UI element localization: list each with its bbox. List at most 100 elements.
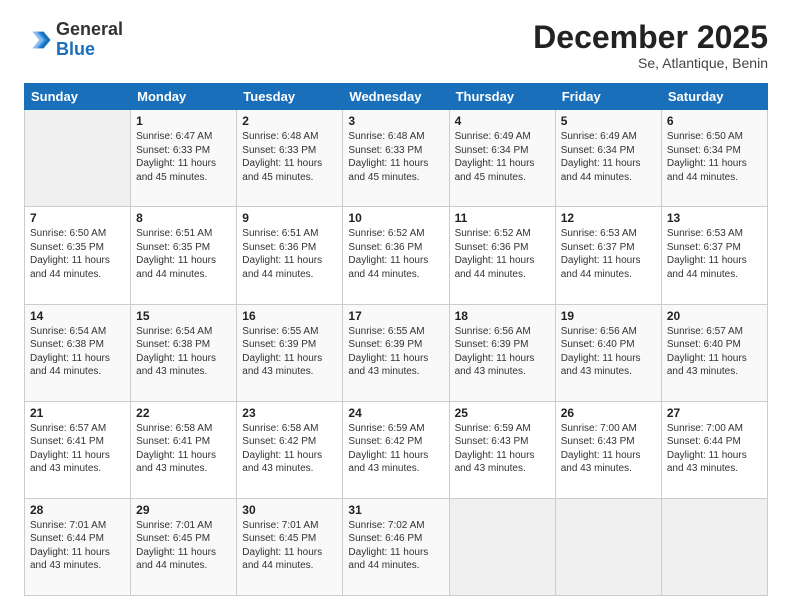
calendar-cell: 30 Sunrise: 7:01 AMSunset: 6:45 PMDayligh… bbox=[237, 498, 343, 595]
day-number: 12 bbox=[561, 211, 656, 225]
month-title: December 2025 bbox=[533, 20, 768, 55]
day-number: 30 bbox=[242, 503, 337, 517]
calendar-cell: 2 Sunrise: 6:48 AMSunset: 6:33 PMDaylight… bbox=[237, 110, 343, 207]
calendar-week-4: 21Sunrise: 6:57 AMSunset: 6:41 PMDayligh… bbox=[25, 401, 768, 498]
day-info: Sunrise: 6:49 AMSunset: 6:34 PMDaylight:… bbox=[455, 130, 550, 184]
calendar-header-row: Sunday Monday Tuesday Wednesday Thursday… bbox=[25, 84, 768, 110]
day-number: 2 bbox=[242, 114, 337, 128]
calendar-cell bbox=[449, 498, 555, 595]
calendar-cell: 5 Sunrise: 6:49 AMSunset: 6:34 PMDaylight… bbox=[555, 110, 661, 207]
calendar-cell: 20 Sunrise: 6:57 AMSunset: 6:40 PMDayligh… bbox=[661, 304, 767, 401]
day-info: Sunrise: 6:48 AMSunset: 6:33 PMDaylight:… bbox=[348, 130, 443, 184]
location-subtitle: Se, Atlantique, Benin bbox=[533, 55, 768, 71]
calendar-cell: 31 Sunrise: 7:02 AMSunset: 6:46 PMDayligh… bbox=[343, 498, 449, 595]
calendar-cell: 8Sunrise: 6:51 AMSunset: 6:35 PMDaylight… bbox=[131, 207, 237, 304]
logo-blue-text: Blue bbox=[56, 39, 95, 59]
calendar-cell: 11Sunrise: 6:52 AMSunset: 6:36 PMDayligh… bbox=[449, 207, 555, 304]
day-number: 11 bbox=[455, 211, 550, 225]
calendar-cell: 4Sunrise: 6:49 AMSunset: 6:34 PMDaylight… bbox=[449, 110, 555, 207]
calendar-cell: 21Sunrise: 6:57 AMSunset: 6:41 PMDayligh… bbox=[25, 401, 131, 498]
day-info: Sunrise: 6:52 AMSunset: 6:36 PMDaylight:… bbox=[348, 227, 443, 281]
day-info: Sunrise: 6:56 AMSunset: 6:40 PMDaylight:… bbox=[561, 325, 656, 379]
calendar-cell: 1Sunrise: 6:47 AMSunset: 6:33 PMDaylight… bbox=[131, 110, 237, 207]
calendar-cell: 25 Sunrise: 6:59 AMSunset: 6:43 PMDayligh… bbox=[449, 401, 555, 498]
col-thursday: Thursday bbox=[449, 84, 555, 110]
day-info: Sunrise: 6:48 AMSunset: 6:33 PMDaylight:… bbox=[242, 130, 337, 184]
day-info: Sunrise: 6:55 AMSunset: 6:39 PMDaylight:… bbox=[348, 325, 443, 379]
day-number: 20 bbox=[667, 309, 762, 323]
day-info: Sunrise: 6:57 AMSunset: 6:40 PMDaylight:… bbox=[667, 325, 762, 379]
calendar-cell: 10 Sunrise: 6:52 AMSunset: 6:36 PMDayligh… bbox=[343, 207, 449, 304]
day-number: 3 bbox=[348, 114, 443, 128]
calendar-cell: 13 Sunrise: 6:53 AMSunset: 6:37 PMDayligh… bbox=[661, 207, 767, 304]
calendar-cell: 29 Sunrise: 7:01 AMSunset: 6:45 PMDayligh… bbox=[131, 498, 237, 595]
day-number: 25 bbox=[455, 406, 550, 420]
calendar-week-2: 7 Sunrise: 6:50 AMSunset: 6:35 PMDaylight… bbox=[25, 207, 768, 304]
logo-general-text: General bbox=[56, 19, 123, 39]
day-number: 31 bbox=[348, 503, 443, 517]
calendar-cell: 12 Sunrise: 6:53 AMSunset: 6:37 PMDayligh… bbox=[555, 207, 661, 304]
day-number: 28 bbox=[30, 503, 125, 517]
day-number: 16 bbox=[242, 309, 337, 323]
day-info: Sunrise: 6:49 AMSunset: 6:34 PMDaylight:… bbox=[561, 130, 656, 184]
calendar-cell: 28 Sunrise: 7:01 AMSunset: 6:44 PMDayligh… bbox=[25, 498, 131, 595]
title-block: December 2025 Se, Atlantique, Benin bbox=[533, 20, 768, 71]
day-number: 21 bbox=[30, 406, 125, 420]
calendar-cell: 23 Sunrise: 6:58 AMSunset: 6:42 PMDayligh… bbox=[237, 401, 343, 498]
day-number: 26 bbox=[561, 406, 656, 420]
day-number: 27 bbox=[667, 406, 762, 420]
day-number: 6 bbox=[667, 114, 762, 128]
day-info: Sunrise: 6:53 AMSunset: 6:37 PMDaylight:… bbox=[561, 227, 656, 281]
day-info: Sunrise: 7:01 AMSunset: 6:45 PMDaylight:… bbox=[242, 519, 337, 573]
calendar-cell: 22 Sunrise: 6:58 AMSunset: 6:41 PMDayligh… bbox=[131, 401, 237, 498]
day-info: Sunrise: 6:58 AMSunset: 6:41 PMDaylight:… bbox=[136, 422, 231, 476]
page: General Blue December 2025 Se, Atlantiqu… bbox=[0, 0, 792, 612]
day-info: Sunrise: 6:59 AMSunset: 6:43 PMDaylight:… bbox=[455, 422, 550, 476]
day-info: Sunrise: 6:51 AMSunset: 6:36 PMDaylight:… bbox=[242, 227, 337, 281]
calendar-cell: 15 Sunrise: 6:54 AMSunset: 6:38 PMDayligh… bbox=[131, 304, 237, 401]
col-sunday: Sunday bbox=[25, 84, 131, 110]
day-info: Sunrise: 6:50 AMSunset: 6:35 PMDaylight:… bbox=[30, 227, 125, 281]
day-info: Sunrise: 6:58 AMSunset: 6:42 PMDaylight:… bbox=[242, 422, 337, 476]
day-number: 9 bbox=[242, 211, 337, 225]
calendar-cell: 6 Sunrise: 6:50 AMSunset: 6:34 PMDaylight… bbox=[661, 110, 767, 207]
logo-icon bbox=[24, 26, 52, 54]
day-number: 5 bbox=[561, 114, 656, 128]
day-info: Sunrise: 7:01 AMSunset: 6:44 PMDaylight:… bbox=[30, 519, 125, 573]
day-number: 19 bbox=[561, 309, 656, 323]
day-info: Sunrise: 6:50 AMSunset: 6:34 PMDaylight:… bbox=[667, 130, 762, 184]
calendar-week-5: 28 Sunrise: 7:01 AMSunset: 6:44 PMDayligh… bbox=[25, 498, 768, 595]
day-number: 29 bbox=[136, 503, 231, 517]
calendar-cell: 7 Sunrise: 6:50 AMSunset: 6:35 PMDaylight… bbox=[25, 207, 131, 304]
calendar-week-1: 1Sunrise: 6:47 AMSunset: 6:33 PMDaylight… bbox=[25, 110, 768, 207]
calendar-cell: 19 Sunrise: 6:56 AMSunset: 6:40 PMDayligh… bbox=[555, 304, 661, 401]
day-info: Sunrise: 6:59 AMSunset: 6:42 PMDaylight:… bbox=[348, 422, 443, 476]
header: General Blue December 2025 Se, Atlantiqu… bbox=[24, 20, 768, 71]
logo: General Blue bbox=[24, 20, 123, 60]
calendar-cell: 24Sunrise: 6:59 AMSunset: 6:42 PMDayligh… bbox=[343, 401, 449, 498]
calendar-cell bbox=[555, 498, 661, 595]
day-number: 22 bbox=[136, 406, 231, 420]
day-number: 13 bbox=[667, 211, 762, 225]
calendar-cell: 27 Sunrise: 7:00 AMSunset: 6:44 PMDayligh… bbox=[661, 401, 767, 498]
logo-text: General Blue bbox=[56, 20, 123, 60]
day-number: 14 bbox=[30, 309, 125, 323]
day-number: 15 bbox=[136, 309, 231, 323]
day-info: Sunrise: 6:56 AMSunset: 6:39 PMDaylight:… bbox=[455, 325, 550, 379]
day-info: Sunrise: 7:00 AMSunset: 6:44 PMDaylight:… bbox=[667, 422, 762, 476]
day-number: 18 bbox=[455, 309, 550, 323]
day-number: 23 bbox=[242, 406, 337, 420]
day-number: 7 bbox=[30, 211, 125, 225]
calendar-cell: 18 Sunrise: 6:56 AMSunset: 6:39 PMDayligh… bbox=[449, 304, 555, 401]
day-info: Sunrise: 6:47 AMSunset: 6:33 PMDaylight:… bbox=[136, 130, 231, 184]
day-number: 10 bbox=[348, 211, 443, 225]
calendar-cell: 3 Sunrise: 6:48 AMSunset: 6:33 PMDaylight… bbox=[343, 110, 449, 207]
day-info: Sunrise: 6:54 AMSunset: 6:38 PMDaylight:… bbox=[136, 325, 231, 379]
day-info: Sunrise: 6:53 AMSunset: 6:37 PMDaylight:… bbox=[667, 227, 762, 281]
day-info: Sunrise: 7:02 AMSunset: 6:46 PMDaylight:… bbox=[348, 519, 443, 573]
calendar-cell: 14 Sunrise: 6:54 AMSunset: 6:38 PMDayligh… bbox=[25, 304, 131, 401]
calendar-cell bbox=[661, 498, 767, 595]
day-info: Sunrise: 7:01 AMSunset: 6:45 PMDaylight:… bbox=[136, 519, 231, 573]
calendar-cell: 26Sunrise: 7:00 AMSunset: 6:43 PMDayligh… bbox=[555, 401, 661, 498]
day-info: Sunrise: 6:54 AMSunset: 6:38 PMDaylight:… bbox=[30, 325, 125, 379]
